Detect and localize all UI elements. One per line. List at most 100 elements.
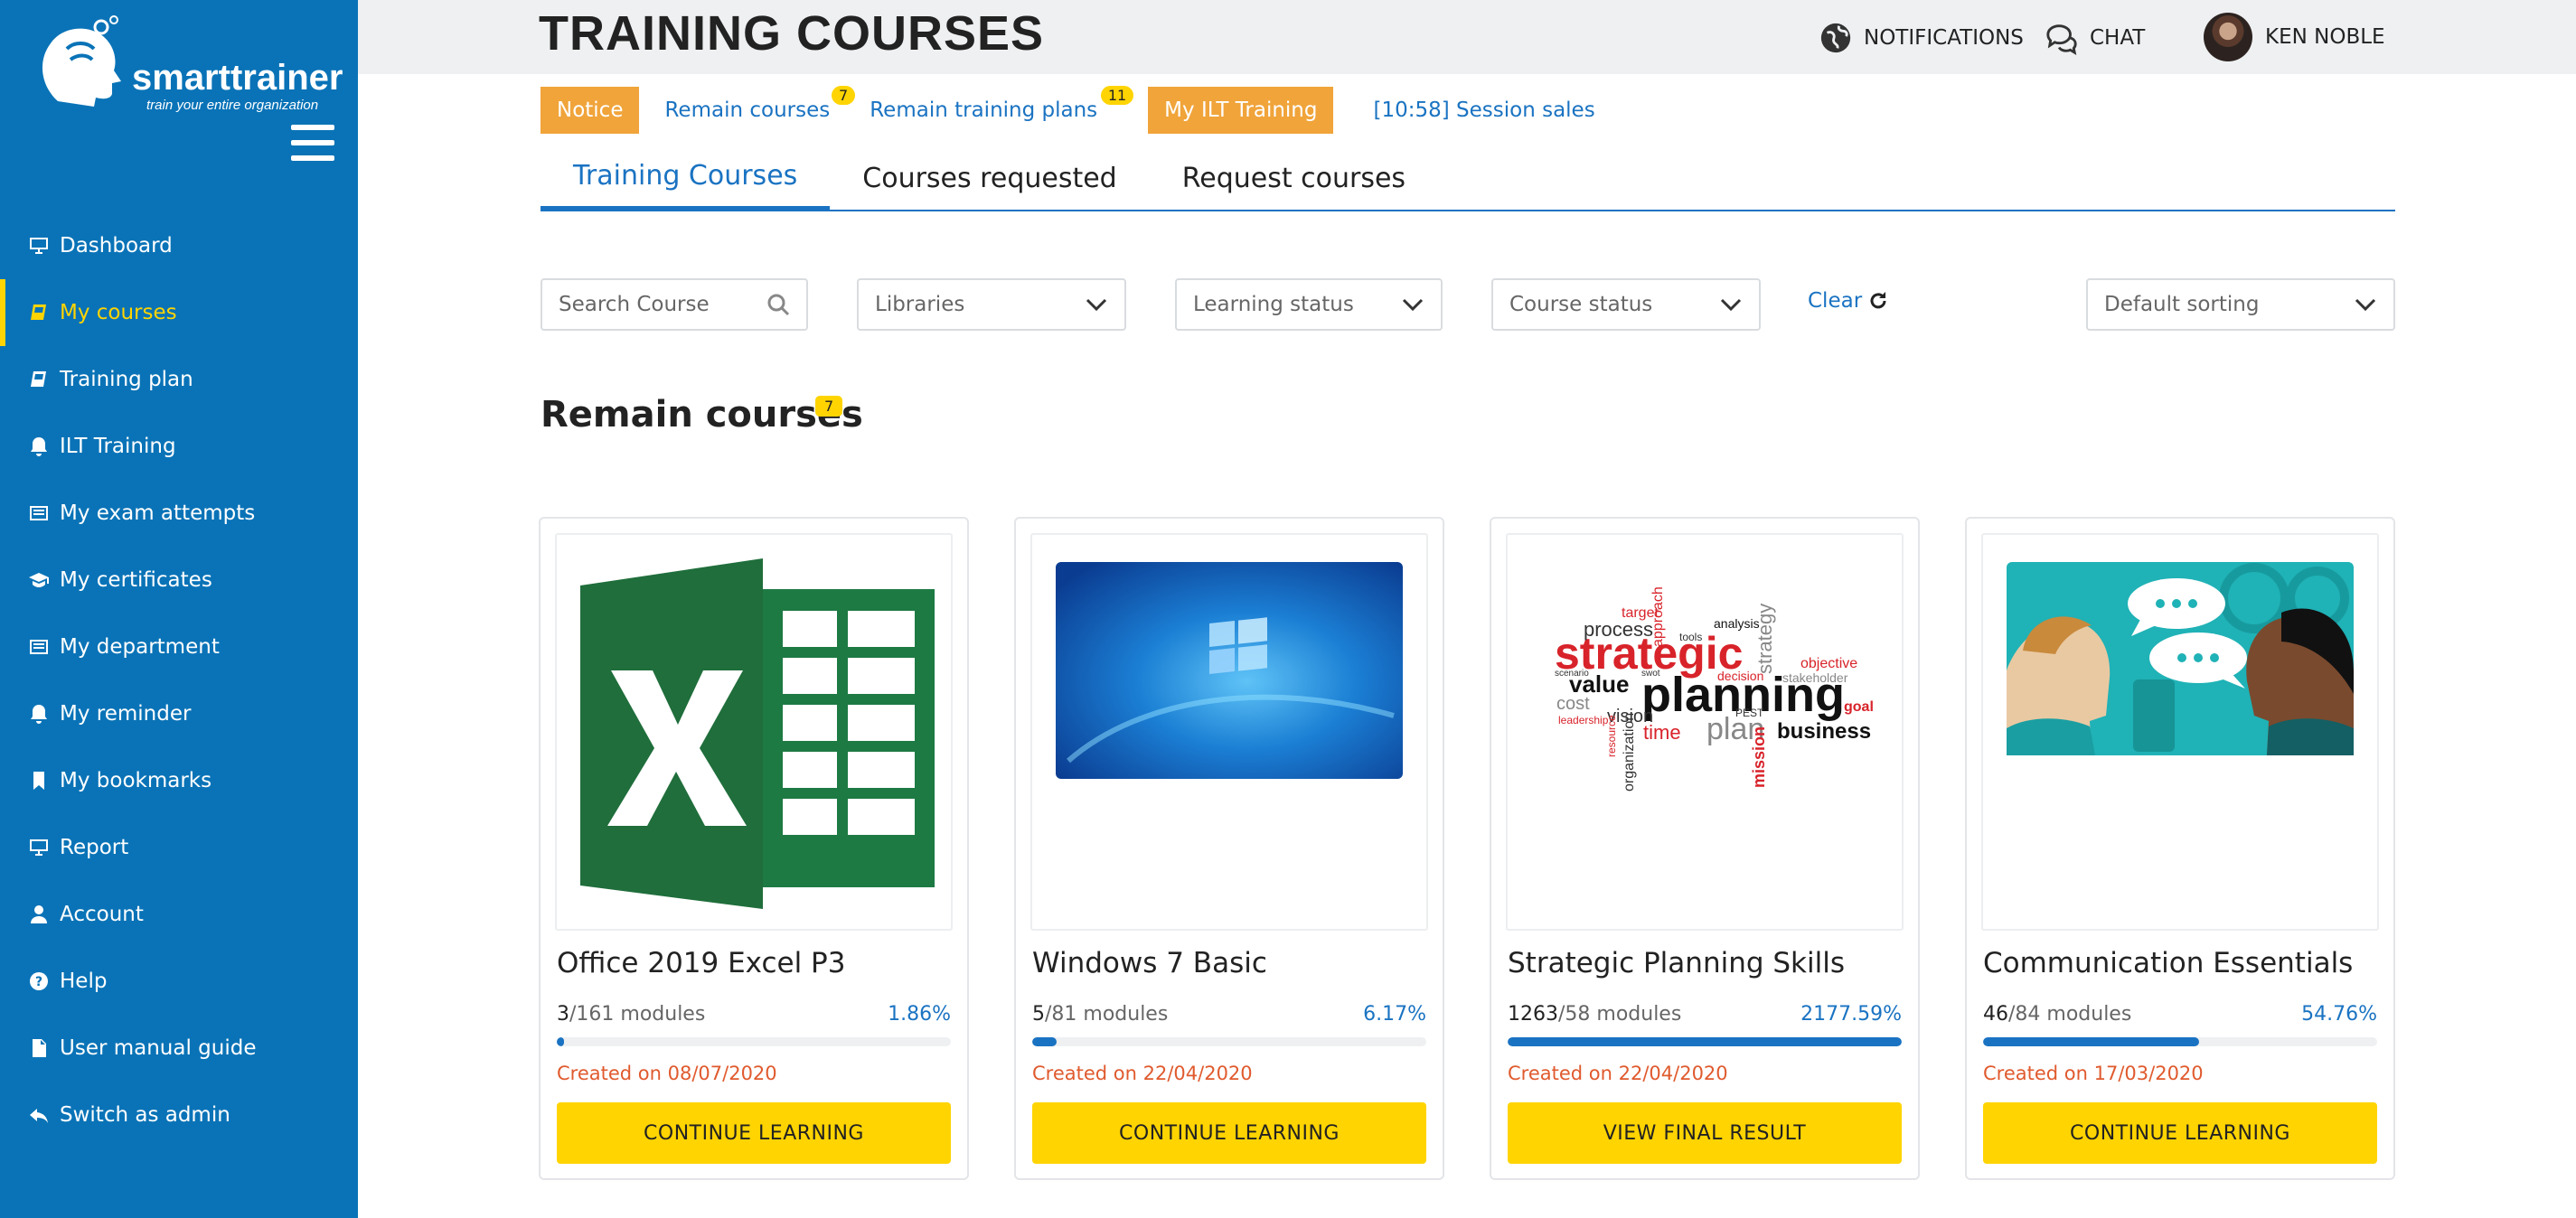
remain-plans-label: Remain training plans — [870, 98, 1098, 122]
learning-status-select[interactable]: Learning status — [1175, 278, 1443, 331]
section-count-badge: 7 — [815, 396, 843, 417]
tab-courses-requested[interactable]: Courses requested — [830, 145, 1149, 211]
course-title[interactable]: Strategic Planning Skills — [1508, 947, 1845, 979]
sidebar-item-label: My department — [60, 635, 220, 659]
course-progress — [1032, 1037, 1426, 1046]
remain-plans-count: 11 — [1100, 86, 1134, 105]
refresh-icon — [1870, 292, 1886, 309]
view-final-result-button[interactable]: VIEW FINAL RESULT — [1508, 1102, 1902, 1164]
list-icon — [27, 501, 51, 525]
book-icon — [27, 368, 51, 391]
course-card[interactable]: Communication Essentials 46/84 modules 5… — [1965, 517, 2395, 1180]
sidebar-item-training-plan[interactable]: Training plan — [0, 346, 358, 413]
clear-label: Clear — [1808, 289, 1863, 313]
sidebar-item-switch-as-admin[interactable]: Switch as admin — [0, 1082, 358, 1148]
reply-icon — [27, 1103, 51, 1127]
notifications-button[interactable]: NOTIFICATIONS — [1819, 20, 2024, 56]
user-name: KEN NOBLE — [2265, 25, 2385, 49]
file-icon — [27, 1036, 51, 1060]
sidebar-item-label: My reminder — [60, 702, 192, 726]
remain-training-plans-link[interactable]: Remain training plans 11 — [870, 86, 1134, 122]
sidebar-item-label: Switch as admin — [60, 1103, 230, 1127]
course-status-select[interactable]: Course status — [1491, 278, 1761, 331]
course-title[interactable]: Office 2019 Excel P3 — [557, 947, 845, 979]
bell-icon — [27, 702, 51, 726]
course-thumbnail[interactable] — [1981, 533, 2379, 931]
svg-text:?: ? — [35, 975, 42, 989]
sidebar-item-report[interactable]: Report — [0, 814, 358, 881]
chat-button[interactable]: CHAT — [2045, 20, 2145, 56]
communication-illustration-icon — [2007, 562, 2354, 755]
user-menu[interactable]: KEN NOBLE — [2204, 13, 2385, 61]
sidebar: smarttrainer train your entire organizat… — [0, 0, 358, 1218]
notice-bar: Notice Remain courses 7 Remain training … — [541, 86, 1595, 134]
sidebar-item-help[interactable]: ? Help — [0, 948, 358, 1015]
menu-toggle-icon[interactable] — [291, 125, 334, 161]
remain-courses-label: Remain courses — [664, 98, 831, 122]
sidebar-item-my-bookmarks[interactable]: My bookmarks — [0, 747, 358, 814]
course-status-value: Course status — [1509, 293, 1653, 316]
course-created-date: Created on 22/04/2020 — [1508, 1063, 1728, 1084]
sidebar-item-dashboard[interactable]: Dashboard — [0, 212, 358, 279]
sidebar-item-my-reminder[interactable]: My reminder — [0, 680, 358, 747]
page-title: TRAINING COURSES — [539, 6, 1045, 61]
logo-text: smarttrainer — [132, 58, 343, 98]
chevron-down-icon — [1720, 298, 1742, 312]
sidebar-item-my-certificates[interactable]: My certificates — [0, 547, 358, 614]
learning-status-value: Learning status — [1193, 293, 1354, 316]
continue-learning-button[interactable]: CONTINUE LEARNING — [1032, 1102, 1426, 1164]
search-icon — [767, 294, 790, 316]
sorting-select[interactable]: Default sorting — [2086, 278, 2395, 331]
chevron-down-icon — [1402, 298, 1424, 312]
sorting-value: Default sorting — [2104, 293, 2260, 316]
globe-icon — [1820, 23, 1851, 53]
course-percent: 1.86% — [888, 1003, 951, 1026]
session-sales-link[interactable]: [10:58] Session sales — [1373, 98, 1594, 122]
sidebar-item-label: Account — [60, 903, 144, 926]
course-progress — [1983, 1037, 2377, 1046]
sidebar-item-label: User manual guide — [60, 1036, 257, 1060]
course-thumbnail[interactable] — [1030, 533, 1428, 931]
logo-head-icon — [42, 15, 121, 108]
excel-logo-icon — [580, 558, 935, 909]
course-card[interactable]: Windows 7 Basic 5/81 modules 6.17% Creat… — [1014, 517, 1444, 1180]
monitor-icon — [27, 234, 51, 258]
bell-icon — [27, 435, 51, 458]
course-title[interactable]: Communication Essentials — [1983, 947, 2353, 979]
tab-training-courses[interactable]: Training Courses — [541, 145, 831, 211]
course-modules: 3/161 modules — [557, 1003, 706, 1026]
libraries-select[interactable]: Libraries — [857, 278, 1126, 331]
remain-courses-count: 7 — [832, 86, 856, 105]
notice-badge: Notice — [541, 87, 640, 134]
tab-request-courses[interactable]: Request courses — [1150, 145, 1438, 211]
continue-learning-button[interactable]: CONTINUE LEARNING — [1983, 1102, 2377, 1164]
sidebar-item-my-department[interactable]: My department — [0, 614, 358, 680]
sidebar-item-user-manual-guide[interactable]: User manual guide — [0, 1015, 358, 1082]
course-card[interactable]: strategic planning plan business value p… — [1490, 517, 1920, 1180]
sidebar-item-ilt-training[interactable]: ILT Training — [0, 413, 358, 480]
notifications-label: NOTIFICATIONS — [1864, 26, 2024, 50]
ilt-training-badge[interactable]: My ILT Training — [1148, 87, 1334, 134]
clear-filters-button[interactable]: Clear — [1808, 289, 1889, 313]
remain-courses-link[interactable]: Remain courses 7 — [664, 86, 856, 122]
bookmark-icon — [27, 769, 51, 792]
sidebar-item-label: ILT Training — [60, 435, 176, 458]
sidebar-item-my-courses[interactable]: My courses — [0, 279, 358, 346]
continue-learning-button[interactable]: CONTINUE LEARNING — [557, 1102, 951, 1164]
monitor-icon — [27, 836, 51, 859]
sidebar-item-account[interactable]: Account — [0, 881, 358, 948]
course-thumbnail[interactable] — [555, 533, 953, 931]
course-title[interactable]: Windows 7 Basic — [1032, 947, 1267, 979]
course-card[interactable]: Office 2019 Excel P3 3/161 modules 1.86%… — [539, 517, 969, 1180]
course-tabs: Training Courses Courses requested Reque… — [541, 145, 2395, 211]
search-placeholder: Search Course — [559, 293, 710, 316]
course-modules: 46/84 modules — [1983, 1003, 2132, 1026]
chat-label: CHAT — [2090, 26, 2146, 50]
sidebar-item-my-exam-attempts[interactable]: My exam attempts — [0, 480, 358, 547]
course-created-date: Created on 22/04/2020 — [1032, 1063, 1253, 1084]
sidebar-item-label: Training plan — [60, 368, 193, 391]
logo[interactable]: smarttrainer train your entire organizat… — [31, 13, 343, 113]
sidebar-item-label: My courses — [60, 301, 177, 324]
search-input[interactable]: Search Course — [541, 278, 808, 331]
course-thumbnail[interactable]: strategic planning plan business value p… — [1506, 533, 1904, 931]
